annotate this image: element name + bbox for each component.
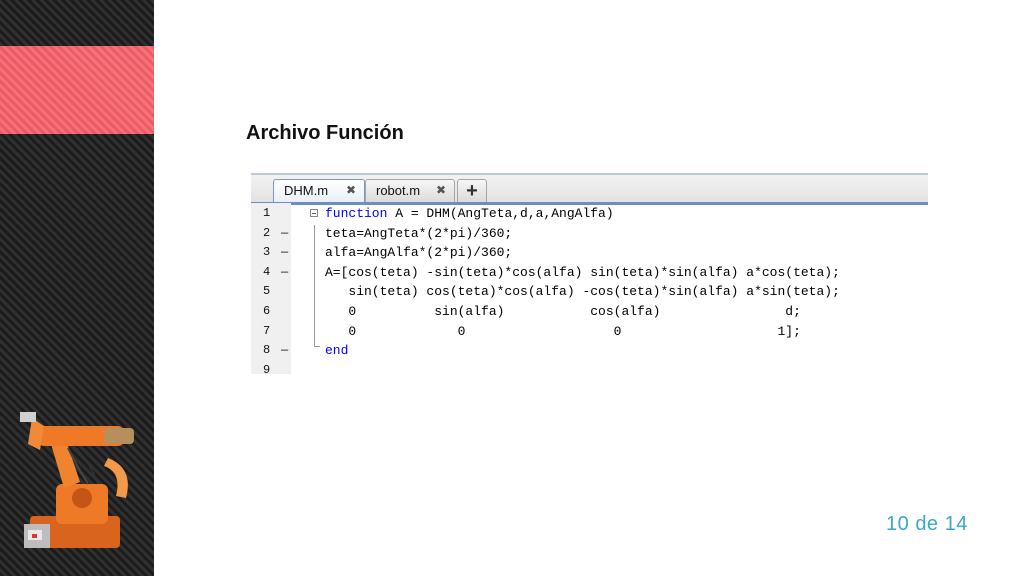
- code-line: 1 function A = DHM(AngTeta,d,a,AngAlfa): [251, 204, 928, 224]
- breakpoint-marker[interactable]: —: [281, 224, 288, 244]
- add-tab-button[interactable]: +: [457, 179, 487, 203]
- code-keyword: end: [325, 343, 349, 359]
- code-text[interactable]: end: [325, 341, 348, 361]
- slide-title: Archivo Función: [246, 122, 404, 144]
- fold-toggle-icon[interactable]: [310, 209, 318, 217]
- code-line: 9: [251, 361, 928, 374]
- code-line: 8 — end: [251, 341, 928, 361]
- tab-robot[interactable]: robot.m ✖: [365, 179, 455, 203]
- line-number: 4: [263, 264, 271, 279]
- line-number: 7: [263, 323, 271, 338]
- line-number: 3: [263, 245, 271, 260]
- page-counter: 10 de 14: [886, 513, 968, 536]
- code-line: 3 — alfa=AngAlfa*(2*pi)/360;: [251, 243, 928, 263]
- code-text[interactable]: teta=AngTeta*(2*pi)/360;: [325, 224, 512, 244]
- code-line: 2 — teta=AngTeta*(2*pi)/360;: [251, 224, 928, 244]
- code-content: A = DHM(AngTeta,d,a,AngAlfa): [387, 206, 614, 221]
- code-line: 4 — A=[cos(teta) -sin(teta)*cos(alfa) si…: [251, 263, 928, 283]
- code-content: 0 sin(alfa) cos(alfa) d;: [325, 304, 801, 319]
- code-text[interactable]: alfa=AngAlfa*(2*pi)/360;: [325, 243, 512, 263]
- line-number: 9: [263, 362, 271, 374]
- page-separator: de: [915, 513, 939, 535]
- code-text[interactable]: 0 0 0 1];: [325, 322, 801, 342]
- code-text[interactable]: sin(teta) cos(teta)*cos(alfa) -cos(teta)…: [325, 282, 840, 302]
- code-content: teta=AngTeta*(2*pi)/360;: [325, 225, 513, 241]
- line-number: 1: [263, 206, 271, 220]
- line-number: 6: [263, 304, 271, 318]
- code-line: 6 0 sin(alfa) cos(alfa) d;: [251, 302, 928, 322]
- close-icon[interactable]: ✖: [346, 183, 356, 197]
- tab-label: robot.m: [376, 183, 421, 198]
- code-line: 5 sin(teta) cos(teta)*cos(alfa) -cos(tet…: [251, 282, 928, 302]
- breakpoint-marker[interactable]: —: [281, 263, 288, 283]
- editor-tab-bar: DHM.m ✖ robot.m ✖ +: [251, 173, 928, 205]
- code-content: A=[cos(teta) -sin(teta)*cos(alfa) sin(te…: [325, 264, 840, 280]
- close-icon[interactable]: ✖: [436, 183, 446, 197]
- code-line: 7 0 0 0 1];: [251, 322, 928, 342]
- line-number: 8: [263, 343, 271, 358]
- code-content: 0 0 0 1];: [325, 323, 801, 339]
- code-content: sin(teta) cos(teta)*cos(alfa) -cos(teta)…: [325, 284, 840, 300]
- code-keyword: function: [325, 206, 388, 221]
- industrial-robot-icon: [20, 412, 134, 548]
- breakpoint-marker[interactable]: —: [281, 341, 288, 361]
- page-current: 10: [886, 513, 910, 535]
- tab-label: DHM.m: [284, 183, 329, 198]
- code-text[interactable]: 0 sin(alfa) cos(alfa) d;: [325, 302, 801, 322]
- page-total: 14: [944, 513, 968, 535]
- breakpoint-marker[interactable]: —: [281, 243, 288, 263]
- code-content: alfa=AngAlfa*(2*pi)/360;: [325, 245, 513, 261]
- code-text[interactable]: function A = DHM(AngTeta,d,a,AngAlfa): [325, 204, 614, 224]
- line-number: 5: [263, 284, 271, 299]
- tab-dhm[interactable]: DHM.m ✖: [273, 179, 365, 203]
- sidebar-accent-band: [0, 46, 154, 134]
- code-editor: DHM.m ✖ robot.m ✖ + 1 function A = DHM(A…: [251, 173, 928, 374]
- code-text[interactable]: A=[cos(teta) -sin(teta)*cos(alfa) sin(te…: [325, 263, 840, 283]
- line-number: 2: [263, 225, 271, 240]
